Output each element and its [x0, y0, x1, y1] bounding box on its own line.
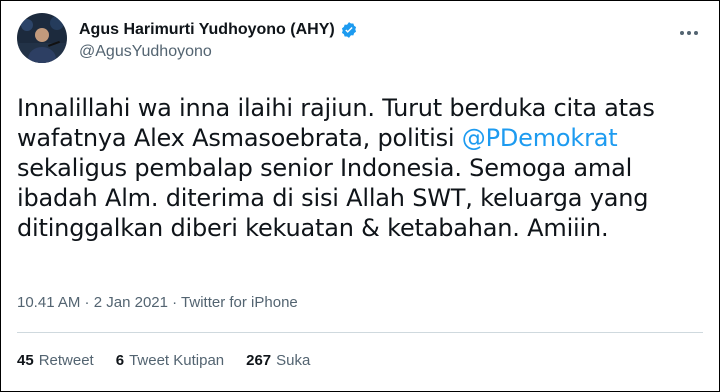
retweets-count: 45 — [17, 352, 34, 369]
user-handle[interactable]: @AgusYudhoyono — [79, 43, 358, 61]
separator: · — [80, 294, 94, 311]
likes-count: 267 — [246, 352, 272, 369]
quotes-stat[interactable]: 6 Tweet Kutipan — [116, 352, 224, 369]
retweets-stat[interactable]: 45 Retweet — [17, 352, 94, 369]
verified-badge-icon — [340, 21, 358, 39]
mention-link[interactable]: @PDemokrat — [462, 124, 618, 152]
divider — [17, 332, 703, 333]
quotes-count: 6 — [115, 352, 125, 369]
avatar-photo — [17, 13, 67, 63]
likes-stat[interactable]: 267 Suka — [246, 352, 310, 369]
engagement-stats: 45 Retweet 6 Tweet Kutipan 267 Suka — [17, 352, 310, 369]
name-block: Agus Harimurti Yudhoyono (AHY) @AgusYudh… — [79, 19, 358, 61]
tweet-time[interactable]: 10.41 AM — [17, 294, 80, 311]
separator: · — [167, 294, 182, 311]
tweet-date[interactable]: 2 Jan 2021 — [94, 294, 168, 311]
tweet-source[interactable]: Twitter for iPhone — [181, 294, 298, 311]
tweet-metadata: 10.41 AM · 2 Jan 2021 · Twitter for iPho… — [17, 294, 298, 311]
display-name[interactable]: Agus Harimurti Yudhoyono (AHY) — [79, 21, 335, 39]
likes-label: Suka — [276, 352, 311, 369]
tweet-text-part: sekaligus pembalap senior Indonesia. Sem… — [17, 154, 649, 242]
more-options-icon[interactable] — [675, 23, 703, 43]
tweet-text: Innalillahi wa inna ilaihi rajiun. Turut… — [17, 93, 707, 243]
retweets-label: Retweet — [38, 352, 94, 369]
tweet-card: Agus Harimurti Yudhoyono (AHY) @AgusYudh… — [0, 0, 720, 392]
avatar[interactable] — [17, 13, 67, 63]
quotes-label: Tweet Kutipan — [129, 352, 225, 369]
tweet-header: Agus Harimurti Yudhoyono (AHY) @AgusYudh… — [17, 13, 703, 63]
